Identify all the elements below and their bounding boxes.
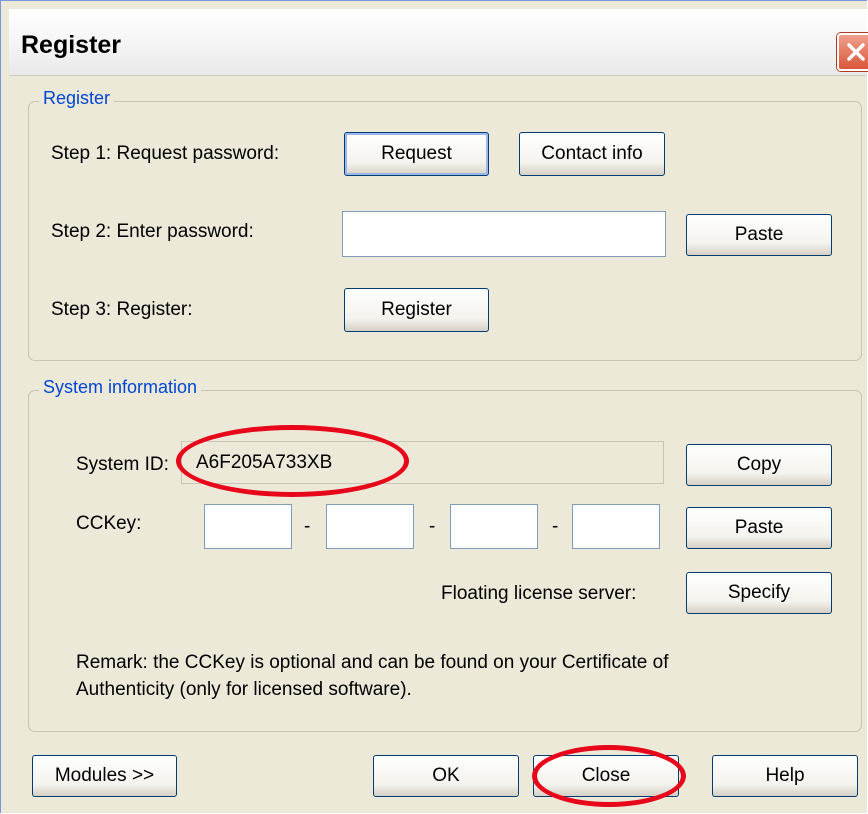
step2-label: Step 2: Enter password:: [51, 221, 254, 242]
password-input[interactable]: [342, 211, 666, 257]
floating-license-label: Floating license server:: [441, 583, 637, 604]
copy-button[interactable]: Copy: [686, 444, 832, 486]
register-group-legend: Register: [39, 88, 115, 109]
cckey-dash-3: -: [552, 516, 559, 537]
cckey-input-3[interactable]: [450, 504, 538, 549]
cckey-input-2[interactable]: [326, 504, 414, 549]
specify-button[interactable]: Specify: [686, 572, 832, 614]
system-info-group-legend: System information: [39, 377, 202, 398]
cckey-dash-2: -: [429, 516, 436, 537]
cckey-label: CCKey:: [76, 513, 142, 534]
annotation-ellipse-close: [532, 745, 686, 807]
register-dialog: Register Register Step 1: Request passwo…: [0, 0, 868, 813]
close-icon: [847, 43, 865, 61]
cckey-input-4[interactable]: [572, 504, 660, 549]
step1-label: Step 1: Request password:: [51, 143, 280, 164]
request-button[interactable]: Request: [344, 132, 489, 176]
window-title: Register: [21, 31, 122, 59]
system-id-label: System ID:: [76, 454, 169, 475]
ok-button[interactable]: OK: [373, 755, 519, 797]
title-close-button[interactable]: [837, 33, 868, 71]
contact-info-button[interactable]: Contact info: [519, 132, 665, 176]
cckey-input-1[interactable]: [204, 504, 292, 549]
remark-line-2: Authenticity (only for licensed software…: [76, 679, 412, 700]
step3-label: Step 3: Register:: [51, 299, 193, 320]
paste-cckey-button[interactable]: Paste: [686, 507, 832, 549]
cckey-dash-1: -: [304, 516, 311, 537]
modules-button[interactable]: Modules >>: [32, 755, 177, 797]
paste-password-button[interactable]: Paste: [686, 214, 832, 256]
title-bar[interactable]: Register: [9, 9, 868, 76]
help-button[interactable]: Help: [712, 755, 858, 797]
remark-line-1: Remark: the CCKey is optional and can be…: [76, 652, 669, 673]
register-button[interactable]: Register: [344, 288, 489, 332]
annotation-ellipse-system-id: [176, 425, 409, 497]
